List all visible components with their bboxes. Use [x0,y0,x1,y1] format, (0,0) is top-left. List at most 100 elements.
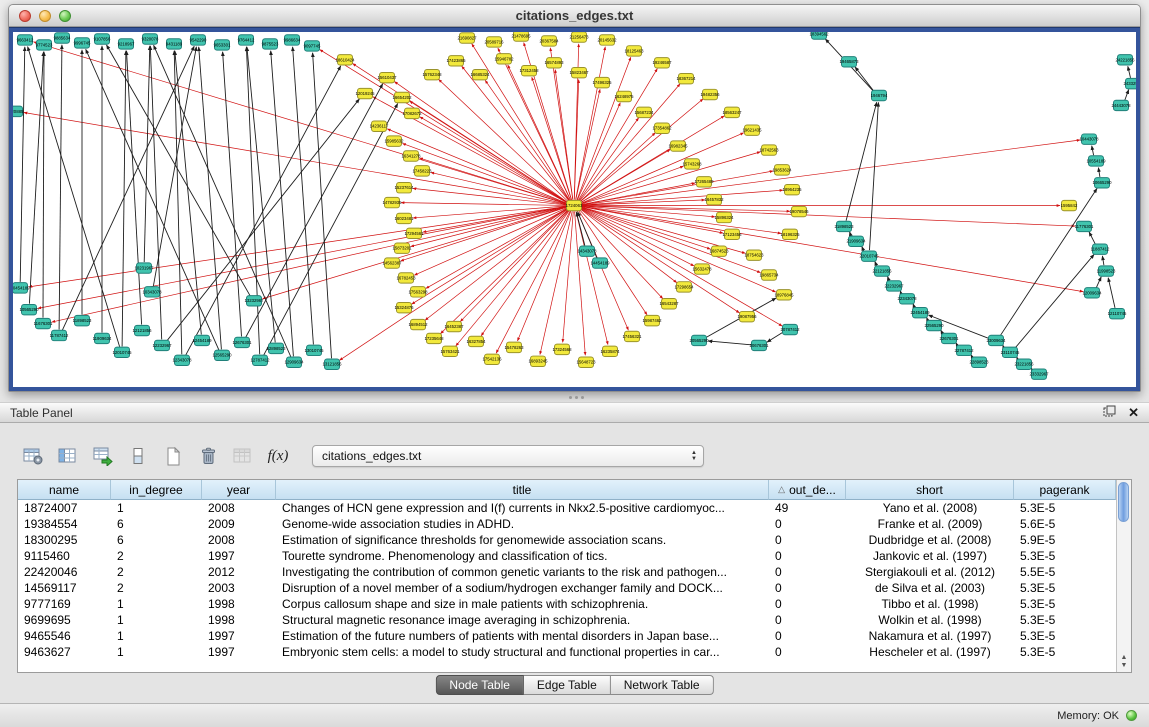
graph-edge[interactable] [122,51,126,347]
graph-edge[interactable] [52,207,566,322]
graph-edge[interactable] [420,117,567,203]
cell-title[interactable]: Disruption of a novel member of a sodium… [276,580,769,596]
graph-node[interactable]: 12454189 [192,335,212,345]
graph-node[interactable]: 18125463 [624,46,644,56]
graph-node[interactable]: 1724063 [566,200,583,210]
graph-node[interactable]: 20676301 [749,340,769,350]
graph-edge[interactable] [20,47,25,282]
graph-node[interactable]: 19865734 [759,270,779,280]
cell-in_degree[interactable]: 1 [111,628,202,644]
cell-out_degree[interactable]: 0 [769,516,846,532]
graph-node[interactable]: 21690827 [457,33,477,43]
new-document-button[interactable] [158,443,188,469]
close-panel-icon[interactable]: ✕ [1128,405,1139,421]
graph-node[interactable]: 12110745 [1108,308,1127,318]
graph-node[interactable]: 12343078 [172,355,192,365]
graph-node[interactable]: 10565290 [19,304,39,314]
graph-node[interactable]: 17082672 [402,108,422,118]
show-columns-button[interactable] [53,443,83,469]
graph-node[interactable]: 11676301 [34,318,53,328]
graph-node[interactable]: 15763421 [440,346,460,356]
scrollbar-thumb[interactable] [1118,482,1129,522]
graph-node[interactable]: 15985632 [384,136,404,146]
graph-node[interactable]: 13232967 [244,296,264,306]
graph-edge[interactable] [144,46,150,262]
graph-edge[interactable] [411,207,567,246]
cell-title[interactable]: Corpus callosum shape and size in male p… [276,596,769,612]
column-header-title[interactable]: title [276,480,769,500]
cell-name[interactable]: 9465546 [18,628,111,644]
graph-node[interactable]: 9218967 [118,39,135,49]
graph-node[interactable]: 1595842 [1061,200,1078,210]
cell-in_degree[interactable]: 1 [111,612,202,628]
cell-pagerank[interactable]: 5.3E-5 [1014,500,1116,516]
graph-node[interactable]: 17235648 [424,333,444,343]
table-scrollbar[interactable]: ▲ ▼ [1116,480,1131,672]
cell-pagerank[interactable]: 5.3E-5 [1014,580,1116,596]
graph-edge[interactable] [462,66,569,201]
graph-node[interactable]: 9320078 [142,34,159,44]
cell-title[interactable]: Genome-wide association studies in ADHD. [276,516,769,532]
graph-node[interactable]: 17354862 [652,123,672,133]
table-row[interactable]: 969969511998Structural magnetic resonanc… [18,612,1131,628]
graph-node[interactable]: 16893245 [528,356,548,366]
graph-edge[interactable] [1089,232,1095,244]
cell-year[interactable]: 1997 [202,628,276,644]
graph-edge[interactable] [767,332,783,342]
graph-edge[interactable] [313,53,332,358]
graph-node[interactable]: 22232967 [884,281,904,291]
graph-node[interactable]: 14562387 [382,258,402,268]
cell-in_degree[interactable]: 2 [111,564,202,580]
graph-node[interactable]: 10443078 [1079,134,1099,144]
graph-edge[interactable] [1092,146,1094,156]
graph-node[interactable]: 17496325 [592,77,612,87]
cell-year[interactable]: 2008 [202,500,276,516]
graph-node[interactable]: 17294561 [404,228,424,238]
graph-node[interactable]: 24221856 [1115,55,1135,65]
graph-node[interactable]: 13121856 [322,359,342,369]
table-row[interactable]: 1938455462009Genome-wide association stu… [18,516,1131,532]
graph-edge[interactable] [1125,90,1129,101]
graph-edge[interactable] [582,207,711,249]
cell-year[interactable]: 2012 [202,564,276,580]
graph-node[interactable]: 12787412 [250,355,270,365]
graph-edge[interactable] [426,208,567,288]
graph-node[interactable]: 10554189 [1086,156,1106,166]
network-window-titlebar[interactable]: citations_edges.txt [9,5,1140,27]
graph-edge[interactable] [340,209,568,361]
graph-node[interactable]: 15648723 [576,357,596,367]
row-cells-button[interactable] [123,443,153,469]
graph-node[interactable]: 16023481 [394,213,414,223]
tab-network-table[interactable]: Network Table [611,675,714,695]
graph-node[interactable]: 12909634 [284,357,304,367]
cell-in_degree[interactable]: 1 [111,596,202,612]
cell-name[interactable]: 9777169 [18,596,111,612]
graph-node[interactable]: 18394562 [809,32,829,39]
scroll-down-icon[interactable]: ▼ [1121,662,1128,670]
graph-edge[interactable] [401,203,566,206]
graph-node[interactable]: 18742563 [759,145,779,155]
cell-year[interactable]: 1998 [202,596,276,612]
graph-edge[interactable] [582,140,1080,205]
export-table-button-disabled[interactable] [228,443,258,469]
table-row[interactable]: 2242004622012Investigating the contribut… [18,564,1131,580]
graph-node[interactable]: 19482356 [700,89,720,99]
graph-node[interactable]: 15946782 [494,54,514,64]
graph-node[interactable]: 19087956 [737,311,757,321]
graph-edge[interactable] [38,207,566,309]
cell-short[interactable]: Yano et al. (2008) [846,500,1014,516]
import-table-button[interactable] [88,443,118,469]
cell-name[interactable]: 19384554 [18,516,111,532]
graph-node[interactable]: 10343078 [142,287,162,297]
graph-edge[interactable] [246,84,383,337]
graph-node[interactable]: 19246587 [652,58,672,68]
graph-node[interactable]: 14236117 [370,121,389,131]
graph-node[interactable]: 16457832 [704,194,724,204]
graph-node[interactable]: 21909634 [846,236,866,246]
column-header-year[interactable]: year [202,480,276,500]
graph-node[interactable]: 23332967 [1029,369,1049,379]
graph-node[interactable]: 20589716 [484,37,504,47]
graph-edge[interactable] [29,52,43,304]
graph-node[interactable]: 21898523 [834,221,854,231]
graph-node[interactable]: 22676301 [939,333,959,343]
